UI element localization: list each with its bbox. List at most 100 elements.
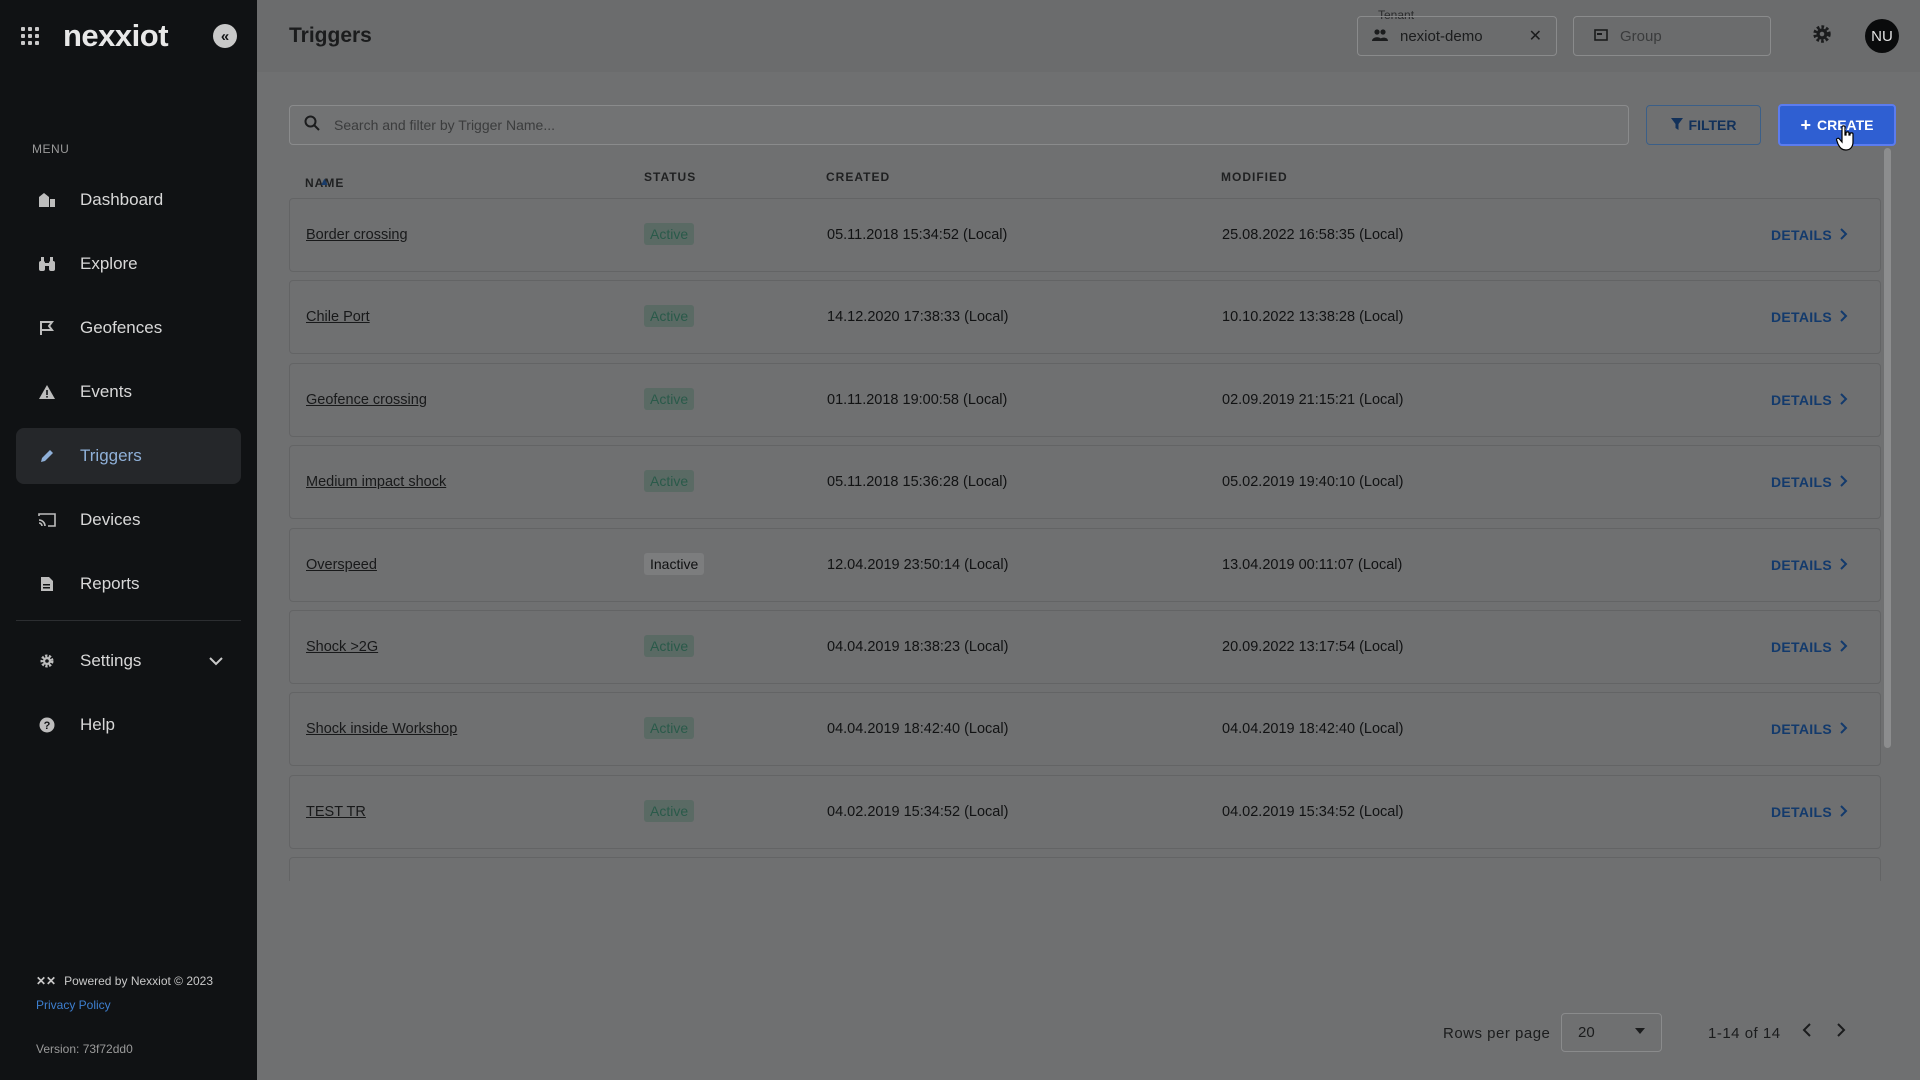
details-button[interactable]: DETAILS (1771, 309, 1832, 325)
filter-icon (1670, 117, 1683, 133)
apps-grid-icon[interactable] (21, 27, 39, 45)
table-row[interactable]: Geofence crossing Active 01.11.2018 19:00:… (289, 362, 1881, 437)
column-header-created[interactable]: CREATED (826, 170, 890, 184)
powered-by: ✕✕ Powered by Nexxiot © 2023 (36, 974, 213, 988)
search-icon (304, 115, 320, 136)
chevron-right-icon[interactable] (1839, 309, 1849, 327)
table-row[interactable]: Shock inside Workshop Active 04.04.2019 18… (289, 692, 1881, 767)
trigger-name-link[interactable]: Shock inside Workshop (306, 721, 457, 737)
table-row[interactable]: TEST TR Active 04.02.2019 15:34:52 (Local)… (289, 774, 1881, 849)
users-icon (1372, 28, 1388, 44)
details-button[interactable]: DETAILS (1771, 392, 1832, 408)
sidebar-item-geofences[interactable]: Geofences (16, 300, 241, 356)
sidebar-item-label: Triggers (80, 446, 142, 465)
next-page-icon[interactable] (1835, 1018, 1847, 1044)
created-date: 04.04.2019 18:38:23 (Local) (827, 639, 1009, 655)
pagination-range: 1-14 of 14 (1708, 1025, 1781, 1042)
rows-per-page-select[interactable]: 20 (1561, 1013, 1662, 1052)
table-row[interactable]: Chile Port Active 14.12.2020 17:38:33 (Loc… (289, 280, 1881, 355)
sidebar-item-events[interactable]: Events (16, 364, 241, 420)
rows-per-page-value: 20 (1578, 1024, 1595, 1041)
chevron-right-icon[interactable] (1839, 392, 1849, 410)
column-header-modified[interactable]: MODIFIED (1221, 170, 1288, 184)
sidebar-item-help[interactable]: ? Help (16, 697, 241, 753)
details-button[interactable]: DETAILS (1771, 227, 1832, 243)
document-icon (38, 575, 56, 593)
group-select[interactable]: Group (1573, 16, 1771, 56)
settings-gear-icon[interactable] (1810, 24, 1834, 48)
table-header: NAME ▲ STATUS CREATED MODIFIED (305, 164, 1865, 192)
sidebar-item-dashboard[interactable]: Dashboard (16, 172, 241, 228)
created-date: 01.11.2018 19:00:58 (Local) (827, 391, 1008, 408)
privacy-policy-link[interactable]: Privacy Policy (36, 998, 213, 1012)
page-title: Triggers (289, 24, 372, 47)
version-text: Version: 73f72dd0 (36, 1042, 133, 1056)
chevron-right-icon[interactable] (1839, 804, 1849, 822)
search-input[interactable] (334, 117, 1584, 133)
menu-label: MENU (32, 142, 70, 156)
sidebar-nav: Dashboard Explore Geofences Events Trigg… (16, 172, 241, 761)
trigger-name-link[interactable]: TEST TR (306, 804, 366, 820)
sort-ascending-icon[interactable]: ▲ (319, 176, 331, 188)
sidebar-item-explore[interactable]: Explore (16, 236, 241, 292)
clear-tenant-icon[interactable]: ✕ (1529, 26, 1542, 46)
sidebar-item-settings[interactable]: Settings (16, 633, 241, 689)
sidebar-item-label: Settings (80, 651, 142, 670)
sidebar-item-triggers[interactable]: Triggers (16, 428, 241, 484)
pencil-icon (38, 447, 56, 465)
trigger-list: Border crossing Active 05.11.2018 15:34:52… (289, 198, 1881, 881)
sidebar-item-label: Geofences (80, 318, 163, 337)
details-button[interactable]: DETAILS (1771, 557, 1832, 573)
cast-icon (38, 511, 56, 529)
table-row[interactable]: Medium impact shock Active 05.11.2018 15:3… (289, 445, 1881, 520)
modified-date: 04.04.2019 18:42:40 (Local) (1222, 721, 1404, 738)
chevron-right-icon[interactable] (1839, 474, 1849, 492)
sidebar-item-label: Devices (80, 510, 141, 529)
trigger-name-link[interactable]: Border crossing (306, 227, 408, 243)
trigger-name-link[interactable]: Shock >2G (306, 639, 378, 655)
table-row[interactable]: Temperature below 0Active05.11.2018 15:3… (289, 857, 1881, 881)
sidebar-item-reports[interactable]: Reports (16, 556, 241, 612)
scrollbar[interactable] (1884, 148, 1891, 748)
tenant-value: nexiot-demo (1400, 27, 1483, 45)
trigger-name-link[interactable]: Geofence crossing (306, 392, 427, 408)
tenant-select[interactable]: nexiot-demo ✕ (1357, 16, 1557, 56)
chevron-right-icon[interactable] (1839, 227, 1849, 245)
sidebar-footer: ✕✕ Powered by Nexxiot © 2023 Privacy Pol… (36, 974, 213, 1056)
group-icon (1594, 28, 1608, 44)
status-badge: Active (644, 717, 695, 740)
group-placeholder: Group (1620, 27, 1662, 45)
logo: nexxiot (63, 18, 169, 53)
filter-button[interactable]: FILTER (1646, 105, 1761, 145)
previous-page-icon[interactable] (1801, 1018, 1813, 1044)
topbar: Triggers Tenant nexiot-demo ✕ Group NU (257, 0, 1920, 72)
chevron-right-icon[interactable] (1839, 721, 1849, 739)
trigger-name-link[interactable]: Overspeed (306, 557, 377, 573)
collapse-sidebar-icon[interactable]: « (213, 24, 237, 48)
trigger-name-link[interactable]: Chile Port (306, 309, 370, 325)
modified-date: 13.04.2019 00:11:07 (Local) (1222, 556, 1403, 573)
status-badge: Active (644, 387, 695, 410)
details-button[interactable]: DETAILS (1771, 804, 1832, 820)
warning-icon (38, 383, 56, 401)
modified-date: 10.10.2022 13:38:28 (Local) (1222, 309, 1404, 326)
sidebar-item-label: Events (80, 382, 132, 401)
modified-date: 04.02.2019 15:34:52 (Local) (1222, 803, 1404, 820)
sidebar-item-devices[interactable]: Devices (16, 492, 241, 548)
table-row[interactable]: Border crossing Active 05.11.2018 15:34:52… (289, 198, 1881, 272)
chevron-right-icon[interactable] (1839, 557, 1849, 575)
sidebar-item-label: Explore (80, 254, 138, 273)
created-date: 12.04.2019 23:50:14 (Local) (827, 556, 1009, 573)
table-row[interactable]: Overspeed Inactive 12.04.2019 23:50:14 (Lo… (289, 527, 1881, 602)
avatar[interactable]: NU (1865, 19, 1899, 53)
trigger-name-link[interactable]: Medium impact shock (306, 474, 446, 490)
details-button[interactable]: DETAILS (1771, 721, 1832, 737)
created-date: 05.11.2018 15:34:52 (Local) (827, 227, 1008, 243)
column-header-status[interactable]: STATUS (644, 170, 696, 184)
chevron-right-icon[interactable] (1839, 639, 1849, 657)
details-button[interactable]: DETAILS (1771, 474, 1832, 490)
details-button[interactable]: DETAILS (1771, 639, 1832, 655)
search-bar[interactable] (289, 105, 1629, 145)
status-badge: Active (644, 470, 695, 493)
table-row[interactable]: Shock >2G Active 04.04.2019 18:38:23 (Loca… (289, 610, 1881, 684)
